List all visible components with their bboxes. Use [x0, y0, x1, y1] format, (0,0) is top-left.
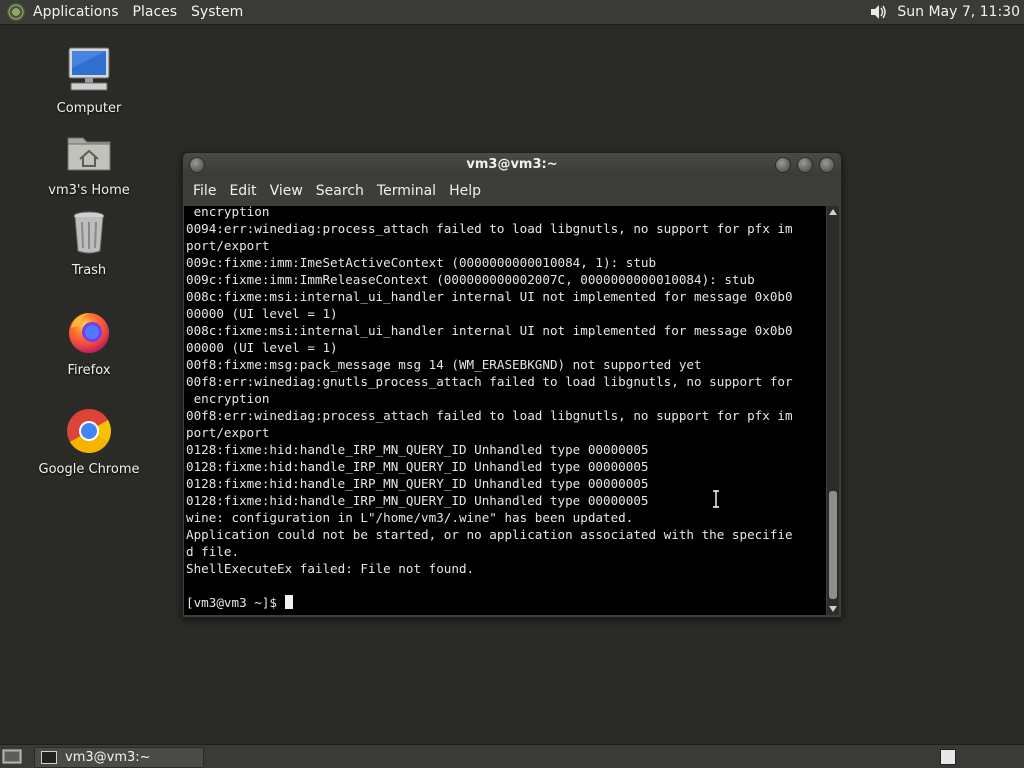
trash-icon — [73, 211, 105, 254]
terminal-line: Application could not be started, or no … — [186, 527, 793, 542]
terminal-output: encryption 0094:err:winediag:process_att… — [184, 206, 793, 611]
desktop-icon-label: Trash — [71, 263, 107, 278]
menu-view[interactable]: View — [270, 183, 303, 199]
terminal-line: 00000 (UI level = 1) — [186, 306, 338, 321]
terminal-window[interactable]: vm3@vm3:~ File Edit View Search Terminal… — [182, 152, 842, 618]
terminal-line: 008c:fixme:msi:internal_ui_handler inter… — [186, 323, 793, 338]
menu-terminal[interactable]: Terminal — [377, 183, 436, 199]
menu-file[interactable]: File — [193, 183, 216, 199]
desktop-icon-home[interactable]: vm3's Home — [34, 128, 144, 198]
desktop-icon-chrome[interactable]: Google Chrome — [34, 407, 144, 477]
scrollbar-thumb[interactable] — [829, 491, 837, 599]
terminal-title: vm3@vm3:~ — [466, 157, 558, 172]
terminal-line: 00f8:fixme:msg:pack_message msg 14 (WM_E… — [186, 357, 702, 372]
chrome-icon — [67, 409, 111, 453]
terminal-line: 0128:fixme:hid:handle_IRP_MN_QUERY_ID Un… — [186, 493, 649, 508]
menu-search[interactable]: Search — [316, 183, 364, 199]
distro-logo-icon[interactable] — [7, 3, 25, 21]
desktop-icon-computer[interactable]: Computer — [34, 46, 144, 116]
terminal-line: d file. — [186, 544, 240, 559]
taskbar-item-label: vm3@vm3:~ — [65, 750, 151, 765]
applications-menu[interactable]: Applications — [33, 4, 119, 20]
terminal-line: wine: configuration in L"/home/vm3/.wine… — [186, 510, 634, 525]
terminal-scrollbar[interactable] — [827, 206, 839, 615]
terminal-line: port/export — [186, 238, 270, 253]
terminal-line: 00f8:err:winediag:gnutls_process_attach … — [186, 374, 793, 389]
desktop-icon-label: vm3's Home — [48, 183, 130, 198]
scroll-down-arrow-icon[interactable] — [829, 606, 837, 612]
workspace-switcher[interactable] — [940, 749, 956, 765]
text-cursor — [284, 595, 293, 609]
terminal-line: encryption — [186, 391, 270, 406]
terminal-line: 0128:fixme:hid:handle_IRP_MN_QUERY_ID Un… — [186, 476, 649, 491]
home-folder-icon — [67, 137, 111, 171]
terminal-icon — [41, 751, 57, 764]
terminal-line: 0094:err:winediag:process_attach failed … — [186, 221, 793, 236]
desktop-icon-label: Firefox — [67, 363, 111, 378]
top-panel: Applications Places System Sun May 7, 11… — [0, 0, 1024, 25]
desktop-icon-label: Computer — [56, 101, 122, 116]
terminal-line: ShellExecuteEx failed: File not found. — [186, 561, 475, 576]
close-button[interactable] — [819, 157, 835, 173]
show-desktop-icon[interactable] — [2, 748, 22, 765]
minimize-button[interactable] — [775, 157, 791, 173]
terminal-line: encryption — [186, 206, 270, 219]
desktop-icon-firefox[interactable]: Firefox — [34, 308, 144, 378]
terminal-screen[interactable]: encryption 0094:err:winediag:process_att… — [184, 206, 826, 615]
computer-icon — [68, 47, 110, 91]
volume-icon[interactable] — [869, 3, 887, 21]
terminal-line: 009c:fixme:imm:ImmReleaseContext (000000… — [186, 272, 755, 287]
top-panel-tray: Sun May 7, 11:30 — [869, 0, 1020, 24]
terminal-line: 00000 (UI level = 1) — [186, 340, 338, 355]
desktop-icon-trash[interactable]: Trash — [34, 208, 144, 278]
terminal-menubar: File Edit View Search Terminal Help — [183, 179, 841, 203]
menu-help[interactable]: Help — [449, 183, 481, 199]
terminal-line: port/export — [186, 425, 270, 440]
ibeam-cursor-icon — [713, 490, 719, 508]
terminal-line: 00f8:err:winediag:process_attach failed … — [186, 408, 793, 423]
system-menu[interactable]: System — [191, 4, 243, 20]
terminal-line: 009c:fixme:imm:ImeSetActiveContext (0000… — [186, 255, 657, 270]
bottom-panel: vm3@vm3:~ — [0, 744, 1024, 768]
places-menu[interactable]: Places — [133, 4, 178, 20]
terminal-line: 0128:fixme:hid:handle_IRP_MN_QUERY_ID Un… — [186, 459, 649, 474]
clock[interactable]: Sun May 7, 11:30 — [897, 4, 1020, 20]
terminal-line: 0128:fixme:hid:handle_IRP_MN_QUERY_ID Un… — [186, 442, 649, 457]
firefox-icon — [69, 313, 109, 353]
desktop-icon-label: Google Chrome — [38, 462, 140, 477]
top-panel-menus: Applications Places System — [0, 0, 257, 24]
taskbar-item-terminal[interactable]: vm3@vm3:~ — [34, 747, 204, 768]
scroll-up-arrow-icon[interactable] — [829, 209, 837, 215]
menu-edit[interactable]: Edit — [229, 183, 256, 199]
terminal-titlebar[interactable]: vm3@vm3:~ — [183, 153, 841, 177]
terminal-prompt: [vm3@vm3 ~]$ — [186, 595, 285, 610]
terminal-line: 008c:fixme:msi:internal_ui_handler inter… — [186, 289, 793, 304]
maximize-button[interactable] — [797, 157, 813, 173]
